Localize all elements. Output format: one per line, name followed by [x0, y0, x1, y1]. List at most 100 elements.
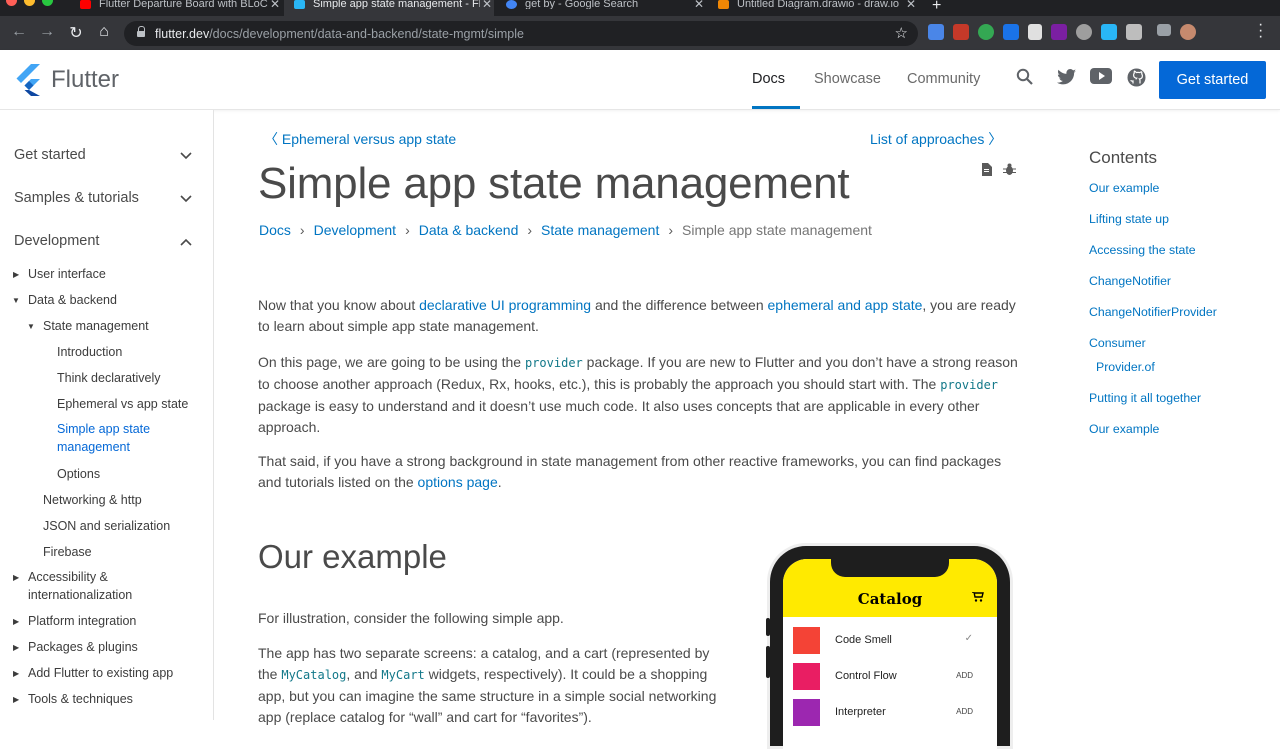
chevron-right-icon: ›: [527, 222, 533, 238]
vue-extension-icon[interactable]: [1126, 24, 1142, 40]
window-controls[interactable]: [6, 0, 53, 6]
item-color-swatch: [793, 663, 820, 690]
github-icon[interactable]: [1125, 68, 1147, 90]
link-declarative-ui[interactable]: declarative UI programming: [419, 297, 591, 313]
browser-tab[interactable]: Untitled Diagram.drawio - draw.io ✕: [708, 0, 918, 16]
catalog-app-bar: Catalog: [783, 559, 997, 617]
breadcrumb-development[interactable]: Development: [314, 222, 397, 238]
sidebar-item-data-backend[interactable]: Data & backend: [28, 291, 117, 309]
bookmark-star-icon[interactable]: ☆: [895, 24, 908, 42]
nav-docs[interactable]: Docs: [752, 71, 785, 87]
chevron-up-icon[interactable]: [180, 235, 194, 249]
toc-item-changenotifierprovider[interactable]: ChangeNotifierProvider: [1089, 305, 1217, 319]
browser-tab-active[interactable]: Simple app state management - Flutter ✕: [284, 0, 494, 16]
link-ephemeral-app-state[interactable]: ephemeral and app state: [768, 297, 923, 313]
twitter-icon[interactable]: [1056, 68, 1078, 90]
view-source-icon[interactable]: [981, 163, 992, 179]
browser-tab[interactable]: Flutter Departure Board with BLoC ✕: [70, 0, 282, 16]
nav-community[interactable]: Community: [907, 71, 980, 87]
extension-icon[interactable]: [953, 24, 969, 40]
breadcrumb-docs[interactable]: Docs: [259, 222, 291, 238]
caret-right-icon[interactable]: ▶: [13, 695, 19, 704]
sidebar-item-networking[interactable]: Networking & http: [43, 491, 142, 509]
search-icon[interactable]: [1014, 68, 1036, 90]
caret-down-icon[interactable]: ▼: [27, 322, 35, 331]
extension-icon[interactable]: [1101, 24, 1117, 40]
prev-page-label: Ephemeral versus app state: [281, 131, 457, 147]
get-started-button[interactable]: Get started: [1159, 61, 1266, 99]
caret-right-icon[interactable]: ▶: [13, 617, 19, 626]
caret-right-icon[interactable]: ▶: [13, 643, 19, 652]
sidebar-item-user-interface[interactable]: User interface: [28, 265, 106, 283]
address-bar[interactable]: flutter.dev/docs/development/data-and-ba…: [124, 21, 918, 46]
tab-title: get by - Google Search: [525, 0, 639, 9]
caret-right-icon[interactable]: ▶: [13, 669, 19, 678]
toc-item-consumer[interactable]: Consumer: [1089, 336, 1146, 350]
prev-page-link[interactable]: 〈 Ephemeral versus app state: [264, 129, 456, 149]
report-bug-icon[interactable]: [1003, 163, 1016, 179]
sidebar-section-get-started[interactable]: Get started: [14, 147, 86, 163]
close-tab-icon[interactable]: ✕: [692, 0, 706, 10]
text: package is easy to understand and it doe…: [258, 398, 980, 435]
extension-icon[interactable]: [1051, 24, 1067, 40]
sidebar-section-development[interactable]: Development: [14, 233, 99, 249]
section-heading-our-example: Our example: [258, 538, 447, 575]
back-arrow-icon[interactable]: ←: [9, 23, 29, 41]
link-options-page[interactable]: options page: [418, 474, 498, 490]
toc-item-provider-of[interactable]: Provider.of: [1096, 360, 1155, 374]
nav-showcase[interactable]: Showcase: [814, 71, 881, 87]
caret-down-icon[interactable]: ▼: [12, 296, 20, 305]
logo-text: Flutter: [51, 66, 120, 93]
close-tab-icon[interactable]: ✕: [480, 0, 494, 10]
flutter-logo[interactable]: Flutter: [15, 64, 119, 96]
sidebar-item-packages-plugins[interactable]: Packages & plugins: [28, 638, 138, 656]
close-window-button[interactable]: [6, 0, 17, 6]
reload-icon[interactable]: ↻: [66, 23, 86, 43]
google-favicon-icon: [506, 0, 517, 9]
browser-tab[interactable]: get by - Google Search ✕: [496, 0, 706, 16]
sidebar-section-samples[interactable]: Samples & tutorials: [14, 190, 139, 206]
close-tab-icon[interactable]: ✕: [904, 0, 918, 10]
sidebar-item-ephemeral-vs-app-state[interactable]: Ephemeral vs app state: [57, 395, 188, 413]
sidebar-item-firebase[interactable]: Firebase: [43, 543, 92, 561]
forward-arrow-icon[interactable]: →: [37, 23, 57, 41]
translate-extension-icon[interactable]: [928, 24, 944, 40]
extension-icon[interactable]: [1076, 24, 1092, 40]
breadcrumb-data-backend[interactable]: Data & backend: [419, 222, 519, 238]
sidebar-item-options[interactable]: Options: [57, 465, 100, 483]
toc-item-lifting-state-up[interactable]: Lifting state up: [1089, 212, 1169, 226]
reading-list-icon[interactable]: [1157, 24, 1171, 36]
grammarly-extension-icon[interactable]: [978, 24, 994, 40]
sidebar-item-add-to-app[interactable]: Add Flutter to existing app: [28, 664, 173, 682]
sidebar-item-think-declaratively[interactable]: Think declaratively: [57, 369, 161, 387]
url-text[interactable]: flutter.dev/docs/development/data-and-ba…: [155, 27, 524, 41]
toc-item-our-example-2[interactable]: Our example: [1089, 422, 1159, 436]
more-vert-icon[interactable]: · · ·: [1258, 17, 1263, 45]
next-page-link[interactable]: List of approaches 〉: [870, 129, 1002, 149]
toc-item-our-example[interactable]: Our example: [1089, 181, 1159, 195]
sidebar-item-accessibility[interactable]: Accessibility & internationalization: [28, 568, 148, 604]
home-icon[interactable]: ⌂: [94, 23, 114, 41]
chevron-down-icon[interactable]: [180, 149, 194, 163]
toc-item-accessing-state[interactable]: Accessing the state: [1089, 243, 1196, 257]
caret-right-icon[interactable]: ▶: [13, 270, 19, 279]
sidebar-item-state-management[interactable]: State management: [43, 317, 149, 335]
maximize-window-button[interactable]: [42, 0, 53, 6]
extension-icon[interactable]: [1003, 24, 1019, 40]
new-tab-plus-icon[interactable]: +: [932, 0, 941, 15]
profile-avatar[interactable]: [1180, 24, 1196, 40]
sidebar-item-tools[interactable]: Tools & techniques: [28, 690, 133, 708]
breadcrumb-state-management[interactable]: State management: [541, 222, 659, 238]
extension-icon[interactable]: [1028, 24, 1042, 40]
close-tab-icon[interactable]: ✕: [268, 0, 282, 10]
sidebar-item-introduction[interactable]: Introduction: [57, 343, 122, 361]
toc-item-changenotifier[interactable]: ChangeNotifier: [1089, 274, 1171, 288]
caret-right-icon[interactable]: ▶: [13, 573, 19, 582]
sidebar-item-simple-app-state[interactable]: Simple app state management: [57, 420, 187, 456]
sidebar-item-platform-integration[interactable]: Platform integration: [28, 612, 136, 630]
youtube-icon[interactable]: [1090, 68, 1112, 90]
minimize-window-button[interactable]: [24, 0, 35, 6]
chevron-down-icon[interactable]: [180, 192, 194, 206]
toc-item-putting-together[interactable]: Putting it all together: [1089, 391, 1201, 405]
sidebar-item-json[interactable]: JSON and serialization: [43, 517, 170, 535]
